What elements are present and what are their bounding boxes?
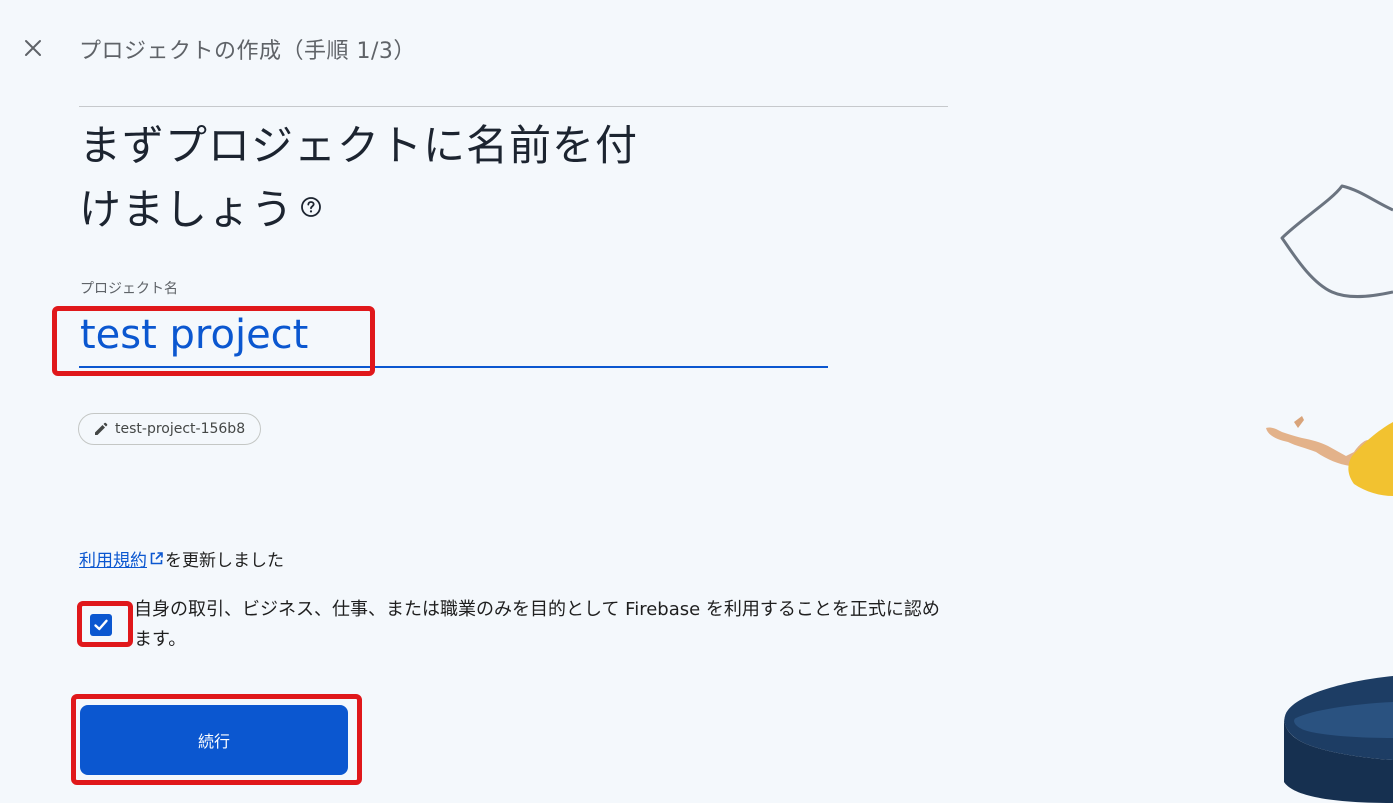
confirm-text: 自身の取引、ビジネス、仕事、または職業のみを目的として Firebase を利用… [134, 599, 940, 650]
close-button[interactable] [18, 33, 48, 63]
headline-line-2: けましょう [79, 185, 295, 234]
headline-line-2-wrapper: けましょう [79, 178, 699, 242]
headline-line-1: まずプロジェクトに名前を付 [79, 121, 639, 170]
terms-update-notice: 利用規約 を更新しました [79, 546, 284, 571]
input-underline [79, 366, 828, 368]
decor-outline-shape [1280, 184, 1393, 299]
pencil-icon [95, 422, 108, 435]
decor-hand-illustration [1266, 416, 1393, 496]
external-link-icon[interactable] [149, 551, 164, 571]
terms-link[interactable]: 利用規約 [79, 551, 147, 571]
project-name-label: プロジェクト名 [80, 281, 178, 297]
project-id-chip[interactable]: test-project-156b8 [78, 413, 262, 445]
header-divider [79, 106, 948, 107]
project-id-text: test-project-156b8 [115, 421, 246, 437]
close-icon [25, 40, 41, 56]
help-circle-icon[interactable] [300, 172, 322, 236]
dialog-title: プロジェクトの作成（手順 1/3） [79, 39, 416, 64]
continue-button[interactable]: 続行 [80, 705, 348, 775]
confirm-checkbox[interactable] [90, 614, 112, 636]
decor-platform-illustration [1284, 676, 1393, 803]
project-name-input[interactable] [80, 306, 827, 364]
terms-update-suffix: を更新しました [165, 551, 284, 571]
checkmark-icon [94, 619, 108, 631]
page-headline: まずプロジェクトに名前を付 けましょう [79, 114, 699, 242]
